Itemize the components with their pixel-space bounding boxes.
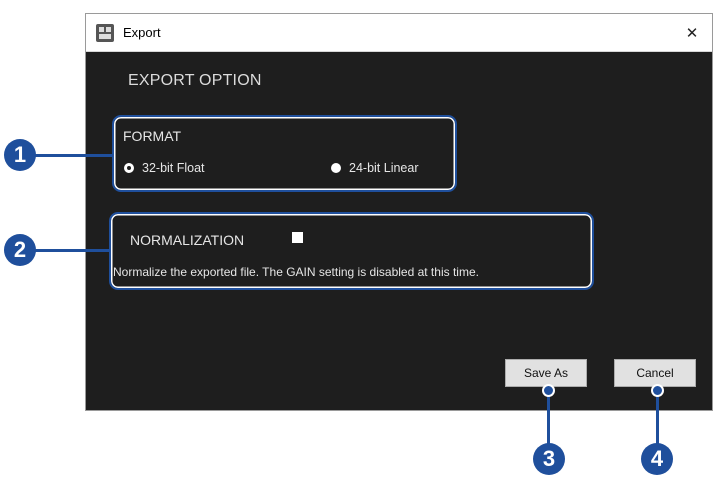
annotation-dot-4 bbox=[651, 384, 664, 397]
annotation-box-normalization bbox=[109, 212, 594, 290]
close-icon: ✕ bbox=[685, 24, 699, 42]
title-bar: Export ✕ bbox=[86, 14, 712, 52]
annotation-line-1 bbox=[34, 154, 114, 157]
save-as-button[interactable]: Save As bbox=[505, 359, 587, 387]
annotation-box-format bbox=[112, 115, 457, 192]
app-icon bbox=[96, 24, 114, 42]
section-title: EXPORT OPTION bbox=[128, 72, 262, 89]
annotation-badge-1: 1 bbox=[4, 139, 36, 171]
close-button[interactable]: ✕ bbox=[672, 14, 712, 51]
annotation-dot-3 bbox=[542, 384, 555, 397]
annotation-line-3 bbox=[547, 390, 550, 446]
annotation-line-4 bbox=[656, 390, 659, 446]
annotation-badge-2: 2 bbox=[4, 234, 36, 266]
annotation-line-2 bbox=[34, 249, 111, 252]
annotation-badge-3: 3 bbox=[533, 443, 565, 475]
window-title: Export bbox=[123, 25, 161, 40]
cancel-button[interactable]: Cancel bbox=[614, 359, 696, 387]
annotation-badge-4: 4 bbox=[641, 443, 673, 475]
